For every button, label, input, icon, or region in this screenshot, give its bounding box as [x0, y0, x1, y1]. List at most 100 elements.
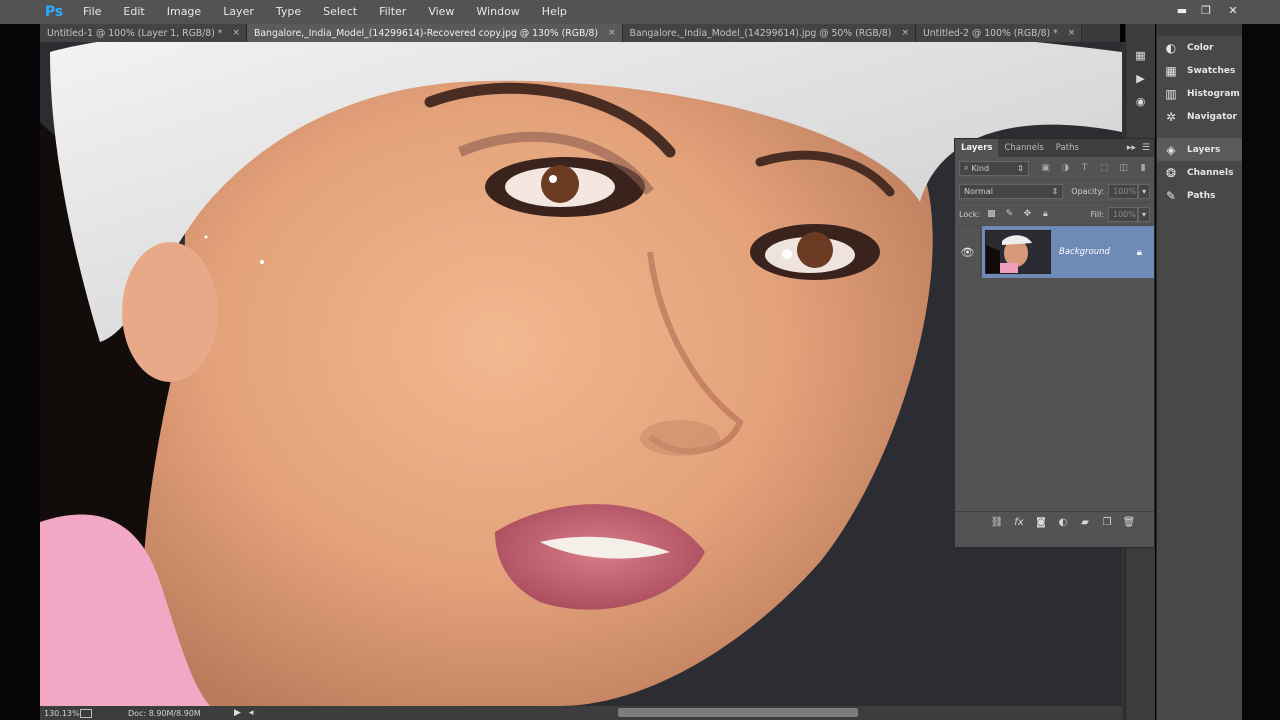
filter-shape-icon[interactable]: ⬚ — [1097, 162, 1111, 175]
lock-fill-row: Lock: ▩ ✎ ✥ 🔒︎ Fill: 100% ▾ — [955, 203, 1154, 226]
layer-name[interactable]: Background — [1059, 247, 1137, 257]
filter-type-icon[interactable]: T — [1078, 162, 1092, 175]
dock-item-histogram[interactable]: ▥ Histogram — [1157, 82, 1242, 105]
doc-size: Doc: 8.90M/8.90M — [128, 708, 201, 718]
lock-position-icon[interactable]: ✥ — [1021, 208, 1034, 221]
export-icon[interactable] — [80, 708, 92, 718]
opacity-input[interactable]: 100% — [1108, 183, 1139, 199]
layers-panel-footer: ⛓ fx ◙ ◐ ▰ ❐ 🗑︎ — [955, 512, 1154, 532]
tab-untitled-2[interactable]: Untitled-2 @ 100% (RGB/8) * × — [915, 24, 1083, 42]
dock-label: Color — [1187, 42, 1214, 53]
actions-play-icon[interactable]: ▶ — [1129, 69, 1153, 87]
tab-label: Bangalore,_India_Model_(14299614)-Recove… — [253, 27, 598, 39]
visibility-eye-icon[interactable]: 👁︎ — [955, 226, 981, 278]
menu-bar: Ps File Edit Image Layer Type Select Fil… — [0, 0, 1280, 24]
menu-edit[interactable]: Edit — [112, 0, 155, 24]
dock-label: Histogram — [1187, 88, 1240, 99]
search-icon: ⌕ — [964, 163, 969, 172]
fill-value: 100% — [1113, 209, 1136, 219]
lock-image-icon[interactable]: ✎ — [1003, 208, 1016, 221]
brush-preset-icon[interactable]: ▦ — [1129, 46, 1153, 64]
window-controls: ▬ ❐ ✕ — [1170, 0, 1248, 20]
navigator-icon: ✲ — [1165, 109, 1177, 124]
dock-item-channels[interactable]: ❂ Channels — [1157, 161, 1242, 184]
layer-lock-icon: 🔒︎ — [1136, 246, 1142, 258]
add-mask-icon[interactable]: ◙ — [1030, 517, 1052, 528]
fx-icon[interactable]: fx — [1008, 517, 1030, 528]
new-layer-icon[interactable]: ❐ — [1096, 517, 1118, 528]
filter-adjustment-icon[interactable]: ◑ — [1058, 162, 1072, 175]
channels-icon: ❂ — [1165, 165, 1177, 180]
opacity-dropdown-icon[interactable]: ▾ — [1138, 183, 1150, 199]
filter-pixel-icon[interactable]: ▣ — [1039, 162, 1053, 175]
lock-all-icon[interactable]: 🔒︎ — [1039, 208, 1052, 221]
tab-untitled-1[interactable]: Untitled-1 @ 100% (Layer 1, RGB/8) * × — [40, 24, 247, 42]
filter-smart-object-icon[interactable]: ◫ — [1117, 162, 1131, 175]
chevron-updown-icon: ⇕ — [1017, 163, 1024, 173]
menu-filter[interactable]: Filter — [368, 0, 417, 24]
tab-channels[interactable]: Channels — [998, 139, 1049, 157]
filter-kind-select[interactable]: ⌕ Kind ⇕ — [959, 160, 1029, 176]
layers-icon: ◈ — [1166, 142, 1176, 157]
histogram-icon: ▥ — [1165, 86, 1177, 101]
menu-type[interactable]: Type — [265, 0, 312, 24]
filter-kind-value: Kind — [971, 163, 990, 173]
layer-filter-row: ⌕ Kind ⇕ ▣ ◑ T ⬚ ◫ ▮ — [955, 157, 1154, 180]
minimize-icon[interactable]: ▬ — [1170, 0, 1194, 20]
layer-selected[interactable]: Background 🔒︎ — [982, 226, 1154, 278]
collapse-panel-icon[interactable]: ▸▸ — [1125, 143, 1138, 153]
delete-layer-icon[interactable]: 🗑︎ — [1118, 517, 1140, 528]
lock-label: Lock: — [959, 209, 980, 219]
scroll-left-icon[interactable]: ◂ — [249, 708, 254, 718]
restore-icon[interactable]: ❐ — [1194, 0, 1218, 20]
close-window-icon[interactable]: ✕ — [1218, 0, 1248, 20]
dock-item-layers[interactable]: ◈ Layers — [1157, 138, 1242, 161]
dock-item-paths[interactable]: ✎ Paths — [1157, 184, 1242, 207]
menu-help[interactable]: Help — [531, 0, 578, 24]
dock-item-navigator[interactable]: ✲ Navigator — [1157, 105, 1242, 128]
tab-close-icon[interactable]: × — [232, 28, 240, 38]
menu-select[interactable]: Select — [312, 0, 368, 24]
layer-thumbnail — [985, 230, 1051, 274]
tab-layers[interactable]: Layers — [955, 139, 999, 157]
menu-file[interactable]: File — [72, 0, 112, 24]
fill-label: Fill: — [1090, 209, 1104, 219]
status-bar: 130.13% Doc: 8.90M/8.90M ▶ ◂ — [40, 706, 1122, 720]
panel-menu-icon[interactable]: ☰ — [1138, 143, 1154, 153]
opacity-value: 100% — [1113, 186, 1137, 196]
tab-bangalore-recovered[interactable]: Bangalore,_India_Model_(14299614)-Recove… — [246, 24, 623, 42]
new-group-icon[interactable]: ▰ — [1074, 517, 1096, 528]
dock-separator — [1157, 128, 1242, 138]
filter-toggle-icon[interactable]: ▮ — [1136, 162, 1150, 175]
menu-view[interactable]: View — [417, 0, 465, 24]
adjustment-layer-icon[interactable]: ◐ — [1052, 517, 1074, 528]
dock-item-swatches[interactable]: ▦ Swatches — [1157, 59, 1242, 82]
dock-label: Channels — [1187, 167, 1234, 178]
menu-items: File Edit Image Layer Type Select Filter… — [72, 0, 578, 24]
tab-close-icon[interactable]: × — [608, 28, 616, 38]
chevron-updown-icon: ⇕ — [1051, 186, 1059, 196]
blend-mode-select[interactable]: Normal ⇕ — [959, 183, 1064, 199]
tab-label: Untitled-1 @ 100% (Layer 1, RGB/8) * — [47, 27, 223, 39]
tab-bangalore-original[interactable]: Bangalore,_India_Model_(14299614).jpg @ … — [622, 24, 916, 42]
fill-input[interactable]: 100% — [1108, 206, 1138, 222]
menu-layer[interactable]: Layer — [212, 0, 265, 24]
menu-image[interactable]: Image — [156, 0, 212, 24]
link-layers-icon[interactable]: ⛓ — [986, 517, 1008, 528]
zoom-level[interactable]: 130.13% — [40, 709, 80, 718]
fill-dropdown-icon[interactable]: ▾ — [1138, 206, 1150, 222]
dock-item-color[interactable]: ◐ Color — [1157, 36, 1242, 59]
menu-window[interactable]: Window — [465, 0, 530, 24]
horizontal-scrollbar[interactable] — [618, 708, 858, 717]
tab-paths[interactable]: Paths — [1050, 139, 1085, 157]
status-menu-arrow-icon[interactable]: ▶ — [234, 708, 241, 718]
dock-label: Swatches — [1187, 65, 1236, 76]
layer-row[interactable]: 👁︎ Background 🔒︎ — [955, 226, 1154, 278]
photoshop-logo: Ps — [44, 4, 64, 20]
tab-close-icon[interactable]: × — [901, 28, 909, 38]
lock-transparent-icon[interactable]: ▩ — [985, 208, 998, 221]
adjustments-icon[interactable]: ◉ — [1129, 92, 1153, 110]
color-palette-icon: ◐ — [1165, 40, 1177, 55]
layers-panel-tabs: Layers Channels Paths ▸▸ ☰ — [955, 139, 1154, 157]
tab-close-icon[interactable]: × — [1068, 28, 1076, 38]
